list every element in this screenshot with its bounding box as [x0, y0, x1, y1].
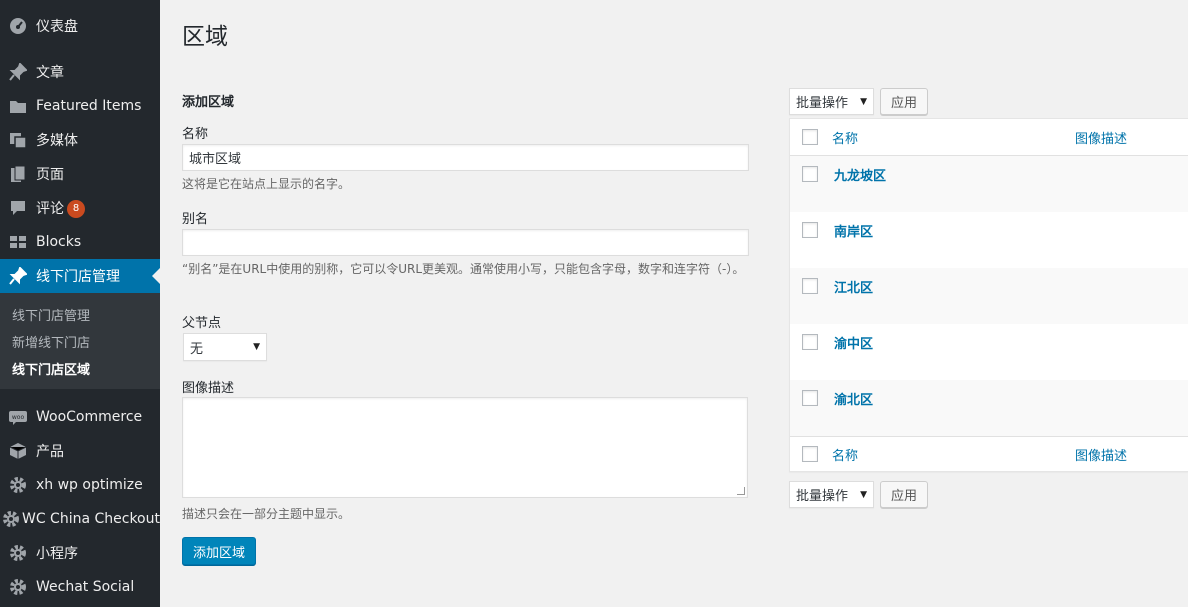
description-label: 图像描述 [182, 381, 235, 396]
row-checkbox[interactable] [802, 222, 818, 238]
gear-icon [0, 502, 22, 536]
menu-item-store-management[interactable]: 线下门店管理 [0, 259, 160, 293]
menu-item-featured-items[interactable]: Featured Items [0, 89, 160, 123]
row-checkbox[interactable] [802, 334, 818, 350]
menu-item-media[interactable]: 多媒体 [0, 123, 160, 157]
select-all-checkbox-footer[interactable] [802, 446, 818, 462]
row-checkbox[interactable] [802, 390, 818, 406]
menu-item-posts[interactable]: 文章 [0, 55, 160, 89]
menu-item-wc-china-checkout[interactable]: WC China Checkout [0, 502, 160, 536]
pages-icon [0, 157, 36, 191]
svg-text:woo: woo [12, 414, 25, 421]
blocks-icon [0, 225, 36, 259]
comment-icon [0, 191, 36, 225]
row-checkbox[interactable] [802, 278, 818, 294]
menu-item-xh-wp-optimize[interactable]: xh wp optimize [0, 468, 160, 502]
column-header-description[interactable]: 图像描述 [1075, 128, 1127, 147]
media-icon [0, 123, 36, 157]
term-link[interactable]: 九龙坡区 [834, 165, 886, 184]
table-row: 渝北区 [790, 380, 1188, 436]
table-row: 渝中区 [790, 324, 1188, 380]
dashboard-icon [0, 9, 36, 43]
apply-button-bottom[interactable]: 应用 [880, 481, 928, 508]
slug-label: 别名 [182, 212, 209, 227]
description-textarea[interactable] [182, 397, 748, 498]
menu-item-dashboard[interactable]: 仪表盘 [0, 9, 160, 43]
bulk-action-value: 批量操作 [796, 489, 849, 504]
woo-icon: woo [0, 400, 36, 434]
page-title: 区域 [182, 24, 228, 50]
comments-label: 评论 [36, 201, 64, 217]
table-row: 九龙坡区 [790, 156, 1188, 212]
resize-handle-icon[interactable] [737, 487, 745, 495]
term-link[interactable]: 渝北区 [834, 389, 873, 408]
menu-item-mini-program[interactable]: 小程序 [0, 536, 160, 570]
submenu-add-store[interactable]: 新增线下门店 [12, 332, 90, 351]
dropdown-arrow-icon: ▼ [860, 96, 867, 107]
column-footer-name[interactable]: 名称 [832, 445, 858, 464]
gear-icon [0, 536, 36, 570]
slug-input[interactable] [182, 229, 749, 256]
comment-count-badge: 8 [67, 200, 85, 218]
box-icon [0, 434, 36, 468]
parent-select-value: 无 [190, 341, 204, 357]
menu-item-pages[interactable]: 页面 [0, 157, 160, 191]
name-input[interactable] [182, 144, 749, 171]
dropdown-arrow-icon: ▼ [253, 342, 260, 352]
column-footer-description[interactable]: 图像描述 [1075, 445, 1127, 464]
name-help: 这将是它在站点上显示的名字。 [182, 177, 351, 191]
gear-icon [0, 468, 36, 502]
table-header: 名称 图像描述 [790, 119, 1188, 156]
column-header-name[interactable]: 名称 [832, 128, 858, 147]
menu-item-blocks[interactable]: Blocks [0, 225, 160, 259]
terms-table: 名称 图像描述 九龙坡区 南岸区 江北区 渝中区 渝北区 名称 图像描述 [789, 118, 1188, 472]
gear-icon [0, 570, 36, 604]
description-help: 描述只会在一部分主题中显示。 [182, 507, 351, 521]
folder-icon [0, 89, 36, 123]
submenu-store-regions[interactable]: 线下门店区域 [12, 359, 90, 378]
add-term-heading: 添加区域 [182, 95, 235, 110]
add-term-button[interactable]: 添加区域 [182, 537, 256, 565]
admin-sidebar: 仪表盘 文章 Featured Items 多媒体 页面 评论 8 Blocks … [0, 0, 160, 607]
parent-label: 父节点 [182, 316, 222, 331]
bulk-action-value: 批量操作 [796, 96, 849, 111]
menu-item-products[interactable]: 产品 [0, 434, 160, 468]
dropdown-arrow-icon: ▼ [860, 489, 867, 500]
slug-help: “别名”是在URL中使用的别称，它可以令URL更美观。通常使用小写，只能包含字母… [182, 262, 745, 276]
table-row: 南岸区 [790, 212, 1188, 268]
term-link[interactable]: 南岸区 [834, 221, 873, 240]
store-submenu: 线下门店管理 新增线下门店 线下门店区域 [0, 293, 160, 389]
apply-button-top[interactable]: 应用 [880, 88, 928, 115]
menu-item-comments[interactable]: 评论 8 [0, 191, 160, 225]
term-link[interactable]: 渝中区 [834, 333, 873, 352]
table-footer: 名称 图像描述 [790, 436, 1188, 473]
row-checkbox[interactable] [802, 166, 818, 182]
menu-item-wechat-social[interactable]: Wechat Social [0, 570, 160, 604]
pin-icon [0, 55, 36, 89]
term-link[interactable]: 江北区 [834, 277, 873, 296]
bulk-action-select-bottom[interactable]: 批量操作 ▼ [789, 481, 874, 508]
table-row: 江北区 [790, 268, 1188, 324]
submenu-store-management[interactable]: 线下门店管理 [12, 305, 90, 324]
select-all-checkbox[interactable] [802, 129, 818, 145]
menu-item-woocommerce[interactable]: woo WooCommerce [0, 400, 160, 434]
parent-select[interactable]: 无 ▼ [183, 333, 267, 361]
name-label: 名称 [182, 127, 209, 142]
pin-icon [0, 259, 36, 293]
bulk-action-select-top[interactable]: 批量操作 ▼ [789, 88, 874, 115]
